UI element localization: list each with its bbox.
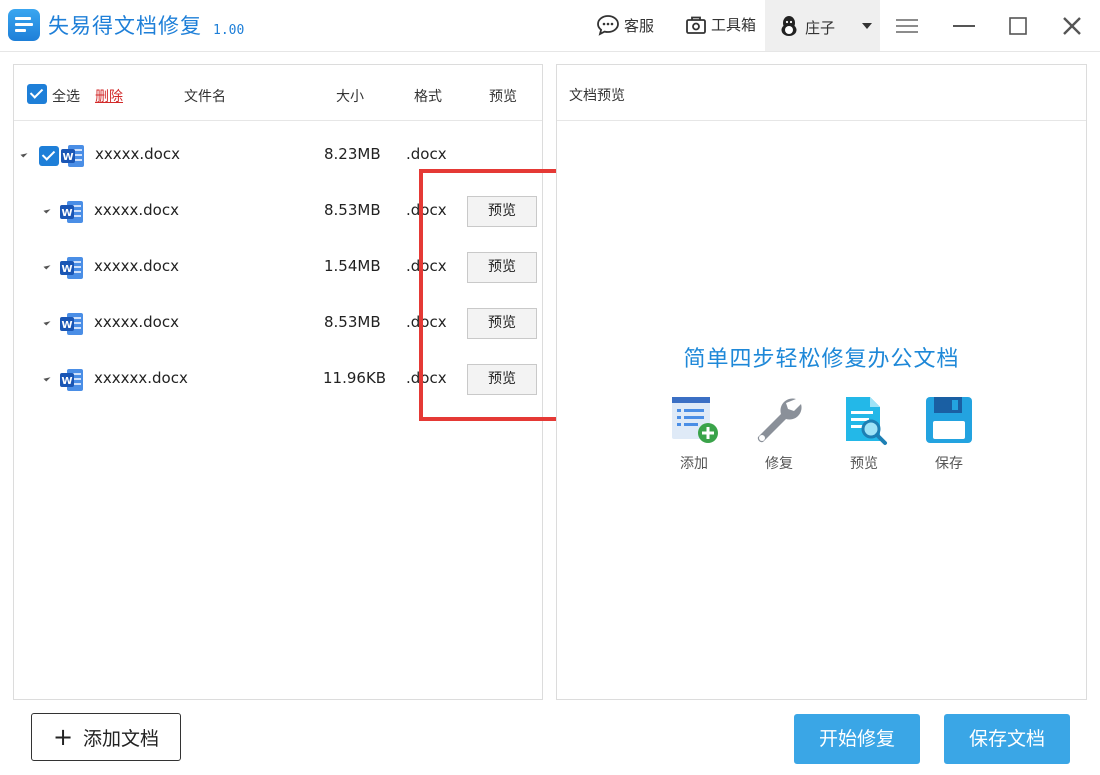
penguin-avatar-icon (781, 16, 797, 36)
user-name: 庄子 (805, 19, 836, 37)
step-save: 保存 (919, 393, 979, 473)
steps-title: 简单四步轻松修复办公文档 (683, 347, 960, 372)
minimize-icon (953, 25, 975, 27)
app-version: 1.00 (213, 23, 245, 38)
file-size: 8.53MB (324, 313, 381, 331)
file-name: xxxxx.docx (94, 201, 179, 219)
file-name: xxxxx.docx (94, 257, 179, 275)
customer-service-button[interactable]: 客服 (596, 14, 654, 36)
file-name: xxxxx.docx (95, 145, 180, 163)
step-label: 修复 (765, 456, 793, 472)
word-document-icon: W (60, 201, 83, 223)
column-header-format: 格式 (414, 89, 442, 105)
highlight-annotation-box (419, 169, 569, 421)
hamburger-menu-icon (896, 19, 918, 33)
svg-text:W: W (62, 152, 73, 163)
expand-triangle-icon[interactable] (20, 150, 28, 158)
step-label: 添加 (680, 456, 708, 472)
file-size: 1.54MB (324, 257, 381, 275)
wrench-icon (757, 398, 802, 443)
file-size: 8.53MB (324, 201, 381, 219)
word-document-icon: W (61, 145, 84, 167)
svg-text:W: W (61, 320, 72, 331)
add-document-icon (672, 397, 718, 443)
file-format: .docx (406, 145, 447, 163)
add-document-button[interactable]: + 添加文档 (31, 713, 181, 761)
chat-bubble-icon (597, 15, 619, 36)
customer-service-label: 客服 (624, 16, 655, 35)
file-name: xxxxx.docx (94, 313, 179, 331)
app-logo-icon (8, 9, 40, 41)
chevron-down-icon[interactable] (862, 23, 872, 29)
word-document-icon: W (60, 369, 83, 391)
svg-text:W: W (61, 208, 72, 219)
maximize-icon (1009, 17, 1027, 35)
expand-triangle-icon[interactable] (43, 262, 51, 270)
word-document-icon: W (60, 257, 83, 279)
toolbox-button[interactable]: 工具箱 (685, 14, 756, 35)
maximize-button[interactable] (1004, 12, 1032, 40)
step-add: 添加 (664, 393, 724, 473)
toolbox-icon (686, 16, 706, 34)
file-name: xxxxxx.docx (94, 369, 188, 387)
column-header-size: 大小 (336, 89, 364, 105)
save-document-button[interactable]: 保存文档 (944, 714, 1070, 764)
preview-panel-title: 文档预览 (569, 88, 625, 104)
delete-link[interactable]: 删除 (95, 86, 123, 106)
column-header-preview: 预览 (489, 89, 517, 105)
expand-triangle-icon[interactable] (43, 374, 51, 382)
file-size: 11.96KB (323, 369, 387, 387)
step-preview: 预览 (834, 393, 894, 473)
file-size: 8.23MB (324, 145, 381, 163)
user-menu[interactable]: 庄子 (765, 0, 880, 51)
column-header-name: 文件名 (184, 89, 226, 105)
file-list-header: 全选 删除 文件名 大小 格式 预览 (14, 65, 542, 121)
word-document-icon: W (60, 313, 83, 335)
step-repair: 修复 (749, 393, 809, 473)
expand-triangle-icon[interactable] (43, 318, 51, 326)
document-preview-panel: 文档预览 简单四步轻松修复办公文档 添加 修复 预览 保存 (556, 64, 1087, 700)
title-bar: 失易得文档修复 1.00 客服 工具箱 庄子 (0, 0, 1100, 52)
close-icon (1063, 17, 1081, 35)
menu-button[interactable] (893, 12, 921, 40)
close-button[interactable] (1058, 12, 1086, 40)
step-label: 保存 (935, 456, 963, 472)
add-document-label: 添加文档 (83, 727, 160, 750)
file-group-checkbox[interactable] (39, 146, 59, 166)
select-all-checkbox[interactable] (27, 84, 47, 104)
svg-text:W: W (61, 376, 72, 387)
step-label: 预览 (850, 456, 878, 472)
expand-triangle-icon[interactable] (43, 206, 51, 214)
start-repair-button[interactable]: 开始修复 (794, 714, 920, 764)
svg-text:W: W (61, 264, 72, 275)
minimize-button[interactable] (950, 12, 978, 40)
preview-panel-header: 文档预览 (557, 65, 1086, 121)
select-all-label[interactable]: 全选 (52, 86, 80, 106)
floppy-disk-icon (926, 397, 972, 443)
toolbox-label: 工具箱 (711, 16, 757, 34)
preview-document-icon (846, 397, 887, 445)
app-title: 失易得文档修复 (48, 14, 202, 38)
plus-icon: + (52, 723, 74, 751)
